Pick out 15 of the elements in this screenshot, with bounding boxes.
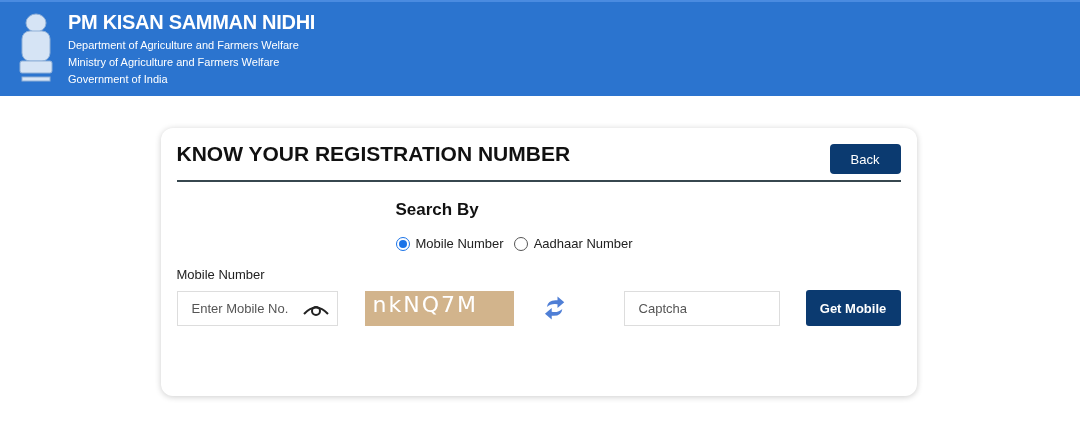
card-title: KNOW YOUR REGISTRATION NUMBER [176, 142, 571, 166]
get-mobile-button[interactable]: Get Mobile [805, 290, 901, 326]
subtitle-line: Government of India [68, 71, 169, 87]
back-button[interactable]: Back [829, 144, 901, 174]
search-by-label: Search By [395, 200, 480, 220]
refresh-icon[interactable] [544, 295, 566, 321]
field-label: Mobile Number [176, 267, 266, 282]
radio-label[interactable]: Aadhaar Number [533, 236, 633, 251]
site-title: PM KISAN SAMMAN NIDHI [68, 10, 316, 34]
captcha-field[interactable]: Captcha [623, 290, 780, 326]
radio-label[interactable]: Mobile Number [415, 236, 504, 251]
captcha-image: nkNQ7M [364, 290, 515, 326]
subtitle-line: Ministry of Agriculture and Farmers Welfare [68, 54, 281, 70]
subtitle-line: Department of Agriculture and Farmers Welfare [68, 37, 300, 53]
mobile-number-field[interactable]: Enter Mobile No. [176, 290, 338, 326]
